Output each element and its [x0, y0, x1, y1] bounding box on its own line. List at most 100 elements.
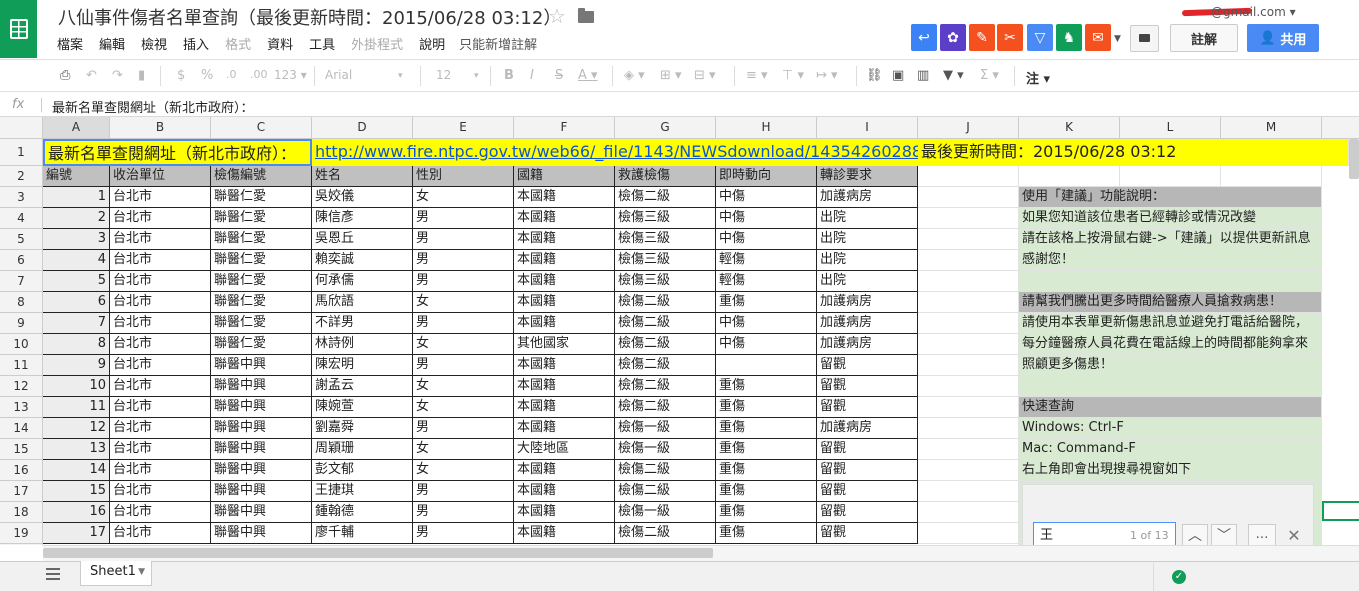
table-cell[interactable]: 台北市: [110, 460, 211, 481]
row-header[interactable]: 9: [0, 313, 43, 334]
table-cell[interactable]: 加護病房: [817, 418, 918, 439]
currency-icon[interactable]: $: [177, 68, 185, 83]
table-cell[interactable]: 女: [413, 460, 514, 481]
column-header-f[interactable]: F: [514, 117, 615, 139]
table-cell[interactable]: 中傷: [716, 313, 817, 334]
column-header-m[interactable]: M: [1221, 117, 1322, 139]
borders-icon[interactable]: ⊞ ▾: [660, 68, 682, 83]
table-cell[interactable]: 留觀: [817, 397, 918, 418]
row-header[interactable]: 2: [0, 166, 43, 187]
table-cell[interactable]: 男: [413, 208, 514, 229]
all-sheets-menu-icon[interactable]: [46, 568, 60, 580]
instruction-note[interactable]: 快速查詢: [1019, 397, 1322, 418]
table-cell[interactable]: 重傷: [716, 292, 817, 313]
menu-item[interactable]: 檢視: [141, 34, 167, 53]
table-cell[interactable]: 聯醫中興: [211, 460, 312, 481]
table-column-header[interactable]: 收治單位: [110, 166, 211, 187]
table-cell[interactable]: [716, 355, 817, 376]
table-column-header[interactable]: 檢傷編號: [211, 166, 312, 187]
table-cell[interactable]: 本國籍: [514, 355, 615, 376]
column-header-h[interactable]: H: [716, 117, 817, 139]
table-cell[interactable]: 台北市: [110, 334, 211, 355]
table-cell[interactable]: 男: [413, 229, 514, 250]
table-cell[interactable]: 重傷: [716, 376, 817, 397]
table-cell[interactable]: 12: [43, 418, 110, 439]
table-column-header[interactable]: 救護檢傷: [615, 166, 716, 187]
addons-dropdown-icon[interactable]: ▼: [1114, 34, 1121, 44]
table-cell[interactable]: 賴奕誠: [312, 250, 413, 271]
table-cell[interactable]: 本國籍: [514, 187, 615, 208]
table-cell[interactable]: 吳姣儀: [312, 187, 413, 208]
table-cell[interactable]: 檢傷二級: [615, 355, 716, 376]
row-header[interactable]: 18: [0, 502, 43, 523]
table-column-header[interactable]: 國籍: [514, 166, 615, 187]
table-cell[interactable]: 聯醫仁愛: [211, 229, 312, 250]
table-cell[interactable]: 男: [413, 271, 514, 292]
instruction-note[interactable]: 如果您知道該位患者已經轉診或情況改變: [1019, 208, 1322, 229]
table-cell[interactable]: 重傷: [716, 439, 817, 460]
table-cell[interactable]: 16: [43, 502, 110, 523]
row-header[interactable]: 15: [0, 439, 43, 460]
table-cell[interactable]: 7: [43, 313, 110, 334]
table-cell[interactable]: 留觀: [817, 523, 918, 544]
percent-icon[interactable]: %: [201, 68, 213, 83]
table-cell[interactable]: 出院: [817, 229, 918, 250]
folder-icon[interactable]: [578, 8, 594, 23]
insert-chart-icon[interactable]: ▥: [917, 68, 929, 83]
table-cell[interactable]: 台北市: [110, 355, 211, 376]
table-cell[interactable]: 台北市: [110, 376, 211, 397]
table-cell[interactable]: 輕傷: [716, 250, 817, 271]
table-cell[interactable]: 檢傷二級: [615, 460, 716, 481]
table-cell[interactable]: 聯醫仁愛: [211, 187, 312, 208]
table-cell[interactable]: 台北市: [110, 397, 211, 418]
column-header-c[interactable]: C: [211, 117, 312, 139]
italic-icon[interactable]: I: [530, 68, 534, 83]
instruction-note[interactable]: 請在該格上按滑鼠右鍵->「建議」以提供更新訊息: [1019, 229, 1322, 250]
table-cell[interactable]: 留觀: [817, 355, 918, 376]
table-cell[interactable]: 廖千輔: [312, 523, 413, 544]
menu-item[interactable]: 格式: [225, 34, 251, 53]
table-cell[interactable]: 女: [413, 187, 514, 208]
column-header-i[interactable]: I: [817, 117, 918, 139]
undo-icon[interactable]: ↶: [86, 68, 97, 83]
table-cell[interactable]: 何承儒: [312, 271, 413, 292]
merge-cells-icon[interactable]: ⊟ ▾: [694, 68, 716, 83]
table-cell[interactable]: 吳恩丘: [312, 229, 413, 250]
table-cell[interactable]: 13: [43, 439, 110, 460]
table-cell[interactable]: 加護病房: [817, 292, 918, 313]
column-header-d[interactable]: D: [312, 117, 413, 139]
row-header[interactable]: 4: [0, 208, 43, 229]
table-cell[interactable]: 其他國家: [514, 334, 615, 355]
table-cell[interactable]: 聯醫仁愛: [211, 250, 312, 271]
table-cell[interactable]: 台北市: [110, 250, 211, 271]
table-column-header[interactable]: 編號: [43, 166, 110, 187]
menu-item[interactable]: 工具: [309, 34, 335, 53]
table-cell[interactable]: 台北市: [110, 187, 211, 208]
empty-cell[interactable]: [918, 460, 1019, 481]
table-cell[interactable]: 15: [43, 481, 110, 502]
empty-cell[interactable]: [918, 250, 1019, 271]
table-cell[interactable]: 3: [43, 229, 110, 250]
table-cell[interactable]: 聯醫仁愛: [211, 292, 312, 313]
row-header[interactable]: 5: [0, 229, 43, 250]
annotate-button[interactable]: 注 ▾: [1026, 68, 1050, 87]
table-cell[interactable]: 男: [413, 481, 514, 502]
instruction-note[interactable]: 每分鐘醫療人員花費在電話線上的時間都能夠拿來: [1019, 334, 1322, 355]
row-header[interactable]: 12: [0, 376, 43, 397]
filter-icon[interactable]: ▼ ▾: [943, 68, 964, 83]
table-cell[interactable]: 6: [43, 292, 110, 313]
lookup-url-link[interactable]: http://www.fire.ntpc.gov.tw/web66/_file/…: [312, 139, 918, 166]
row-header[interactable]: 3: [0, 187, 43, 208]
saved-status-icon[interactable]: ✓: [1172, 570, 1186, 584]
table-cell[interactable]: 留觀: [817, 502, 918, 523]
table-cell[interactable]: 留觀: [817, 376, 918, 397]
table-cell[interactable]: 周穎珊: [312, 439, 413, 460]
table-cell[interactable]: 2: [43, 208, 110, 229]
table-cell[interactable]: 中傷: [716, 187, 817, 208]
account-email[interactable]: @gmail.com ▾: [1211, 5, 1296, 19]
table-cell[interactable]: 男: [413, 502, 514, 523]
menu-item[interactable]: 插入: [183, 34, 209, 53]
menu-item[interactable]: 說明: [419, 34, 445, 53]
table-column-header[interactable]: 性別: [413, 166, 514, 187]
row-header[interactable]: 11: [0, 355, 43, 376]
